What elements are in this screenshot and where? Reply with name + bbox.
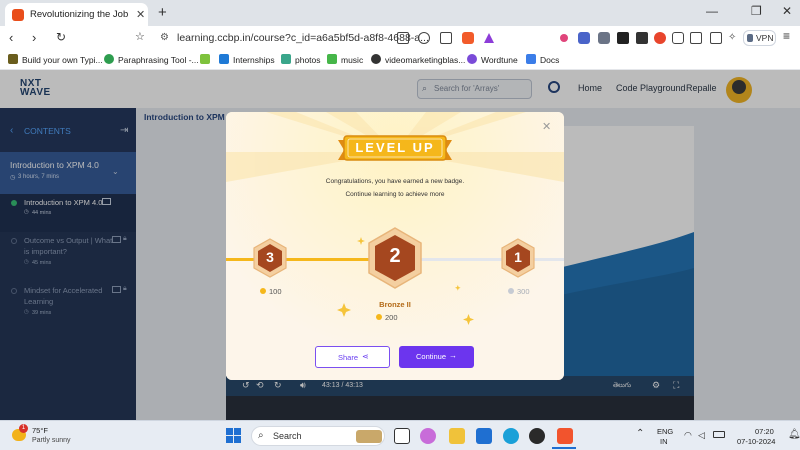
arrow-right-icon: → bbox=[449, 351, 457, 360]
vpn-icon bbox=[747, 34, 753, 42]
minimize-icon[interactable]: — bbox=[706, 4, 718, 18]
task-view-icon[interactable] bbox=[394, 428, 410, 444]
continue-message: Continue learning to achieve more bbox=[345, 191, 445, 198]
input-region[interactable]: IN bbox=[660, 437, 668, 446]
chevron-up-icon[interactable]: ⌃ bbox=[636, 428, 644, 439]
brave-icon[interactable] bbox=[557, 428, 573, 444]
windows-taskbar: 1 75°F Partly sunny ⌕ Search ⌃ ENG IN ◠ … bbox=[0, 420, 800, 450]
coin-icon bbox=[508, 288, 514, 294]
bookmark-favicon-icon bbox=[219, 54, 229, 64]
vpn-label: VPN bbox=[756, 33, 774, 43]
battery-icon[interactable] bbox=[713, 431, 725, 438]
cast-icon[interactable] bbox=[397, 32, 409, 44]
brave-shield-icon[interactable] bbox=[462, 32, 474, 44]
weather-temp[interactable]: 75°F bbox=[32, 426, 48, 435]
bookmark-favicon-icon bbox=[371, 54, 381, 64]
taskbar-search-placeholder: Search bbox=[273, 431, 302, 441]
windows-start-icon[interactable] bbox=[226, 428, 241, 443]
forward-icon[interactable]: › bbox=[32, 30, 36, 45]
notification-badge: 1 bbox=[19, 424, 28, 433]
leo-ai-icon[interactable]: ✧ bbox=[728, 32, 740, 44]
notifications-bell-icon[interactable]: 🔔︎ bbox=[788, 429, 800, 440]
extension-translate-icon[interactable] bbox=[578, 32, 590, 44]
extension-shield-icon[interactable] bbox=[598, 32, 610, 44]
url-text: learning.ccbp.in/course?c_id=a6a5bf5d-a8… bbox=[177, 32, 429, 44]
maximize-icon[interactable]: ❐ bbox=[751, 4, 762, 18]
tab-title: Revolutionizing the Job Market bbox=[30, 9, 130, 20]
taskbar-search-input[interactable]: ⌕ Search bbox=[251, 426, 385, 446]
back-icon[interactable]: ‹ bbox=[9, 30, 13, 45]
level-up-modal: LEVEL UP ✕ Congratulations, you have ear… bbox=[226, 112, 564, 380]
share-label: Share bbox=[338, 353, 359, 362]
coin-icon bbox=[376, 314, 382, 320]
copilot-icon[interactable] bbox=[420, 428, 436, 444]
bookmark-star-icon[interactable]: ☆ bbox=[135, 30, 145, 43]
speaker-icon[interactable]: ◁ bbox=[698, 430, 705, 441]
zoom-icon[interactable] bbox=[418, 32, 430, 44]
search-highlight-icon bbox=[356, 430, 382, 443]
outlook-icon[interactable] bbox=[476, 428, 492, 444]
downloads-icon[interactable] bbox=[690, 32, 702, 44]
continue-label: Continue bbox=[416, 352, 447, 361]
clock-time[interactable]: 07:20 bbox=[755, 427, 774, 436]
bookmark-favicon-icon bbox=[8, 54, 18, 64]
bookmark-favicon-icon bbox=[104, 54, 114, 64]
share-page-icon[interactable] bbox=[440, 32, 452, 44]
dell-icon[interactable] bbox=[529, 428, 545, 444]
share-button[interactable]: Share ⋖ bbox=[315, 346, 390, 368]
edge-icon[interactable] bbox=[503, 428, 519, 444]
share-icon: ⋖ bbox=[362, 352, 369, 361]
vpn-button[interactable]: VPN bbox=[743, 30, 776, 46]
browser-tab-bar: Revolutionizing the Job Market ✕ + — ❐ ✕ bbox=[0, 0, 800, 26]
level-up-banner: LEVEL UP bbox=[355, 140, 435, 155]
menu-icon[interactable]: ≡ bbox=[783, 29, 790, 43]
extension-camera-icon[interactable] bbox=[617, 32, 629, 44]
address-bar-row: ‹ › ↻ ☆ ⚙ learning.ccbp.in/course?c_id=a… bbox=[0, 26, 800, 50]
input-language[interactable]: ENG bbox=[657, 427, 673, 436]
search-icon: ⌕ bbox=[258, 430, 264, 441]
extensions-puzzle-icon[interactable] bbox=[672, 32, 684, 44]
extension-film-icon[interactable] bbox=[636, 32, 648, 44]
congrats-message: Congratulations, you have earned a new b… bbox=[325, 178, 465, 185]
brave-rewards-icon[interactable] bbox=[483, 32, 495, 44]
wifi-icon[interactable]: ◠ bbox=[684, 430, 692, 441]
bookmark-favicon-icon bbox=[467, 54, 477, 64]
extension-dot-icon[interactable] bbox=[560, 34, 568, 42]
badge-name: Bronze II bbox=[379, 300, 411, 309]
close-modal-icon[interactable]: ✕ bbox=[542, 120, 551, 133]
sidebar-toggle-icon[interactable] bbox=[710, 32, 722, 44]
file-explorer-icon[interactable] bbox=[449, 428, 465, 444]
bookmark-favicon-icon bbox=[526, 54, 536, 64]
site-favicon-icon bbox=[12, 9, 24, 21]
continue-button[interactable]: Continue → bbox=[399, 346, 474, 368]
browser-tab[interactable]: Revolutionizing the Job Market ✕ bbox=[5, 3, 148, 26]
active-app-indicator bbox=[552, 447, 576, 449]
bookmark-favicon-icon bbox=[281, 54, 291, 64]
bookmark-favicon-icon bbox=[200, 54, 210, 64]
new-tab-icon[interactable]: + bbox=[158, 4, 167, 21]
bookmarks-bar: Build your own Typi... Paraphrasing Tool… bbox=[0, 50, 800, 70]
badge-points: 100 bbox=[269, 287, 282, 296]
badge-level-1: 1 bbox=[514, 249, 522, 265]
badge-points: 300 bbox=[517, 287, 530, 296]
extension-plus-icon[interactable] bbox=[654, 32, 666, 44]
close-window-icon[interactable]: ✕ bbox=[782, 4, 792, 18]
bookmark-favicon-icon bbox=[327, 54, 337, 64]
coin-icon bbox=[260, 288, 266, 294]
weather-desc[interactable]: Partly sunny bbox=[32, 437, 71, 444]
close-tab-icon[interactable]: ✕ bbox=[136, 8, 145, 21]
reload-icon[interactable]: ↻ bbox=[56, 30, 66, 44]
site-info-icon[interactable]: ⚙ bbox=[160, 32, 169, 43]
badge-points: 200 bbox=[385, 313, 398, 322]
clock-date[interactable]: 07-10-2024 bbox=[737, 437, 775, 446]
